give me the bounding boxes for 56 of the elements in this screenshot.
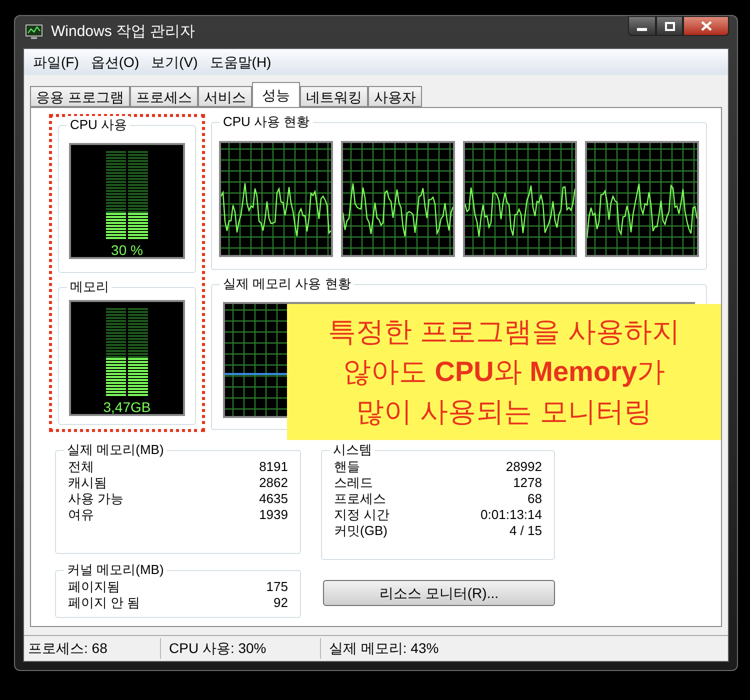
monitor-icon bbox=[25, 24, 43, 40]
stat-label: 사용 가능 bbox=[68, 491, 124, 507]
stat-label: 지정 시간 bbox=[334, 507, 390, 523]
group-title: CPU 사용 bbox=[67, 116, 130, 134]
maximize-icon bbox=[664, 22, 674, 30]
menu-item[interactable]: 보기(V) bbox=[146, 52, 203, 72]
meter-reading: 3,47GB bbox=[103, 400, 151, 414]
stat-value: 28992 bbox=[506, 459, 542, 475]
stat-label: 스레드 bbox=[334, 475, 373, 491]
stat-value: 8191 bbox=[259, 459, 288, 475]
stat-value: 1939 bbox=[259, 507, 288, 523]
group-title: 메모리 bbox=[67, 278, 112, 296]
resource-monitor-button[interactable]: 리소스 모니터(R)... bbox=[323, 580, 555, 606]
close-icon bbox=[700, 21, 712, 31]
minimize-button[interactable] bbox=[628, 16, 656, 36]
menu-item[interactable]: 옵션(O) bbox=[86, 52, 144, 72]
group-title: 실제 메모리(MB) bbox=[64, 441, 167, 459]
maximize-button[interactable] bbox=[656, 16, 683, 36]
tab[interactable]: 사용자 bbox=[368, 86, 422, 107]
annotation-line: 많이 사용되는 모니터링 bbox=[356, 395, 652, 429]
stat-label: 커밋(GB) bbox=[334, 523, 388, 539]
annotation-line: 특정한 프로그램을 사용하지 bbox=[328, 315, 680, 349]
stat-value: 68 bbox=[528, 491, 542, 507]
status-text: 프로세스: 68 bbox=[27, 639, 108, 658]
stat-value: 0:01:13:14 bbox=[480, 507, 542, 523]
status-text: CPU 사용: 30% bbox=[160, 638, 320, 659]
stat-label: 프로세스 bbox=[334, 491, 386, 507]
group-title: CPU 사용 현황 bbox=[220, 113, 313, 131]
stat-label: 전체 bbox=[68, 459, 94, 475]
window-title: Windows 작업 관리자 bbox=[51, 22, 196, 42]
group-title: 시스템 bbox=[330, 441, 375, 459]
group-title: 실제 메모리 사용 현황 bbox=[220, 275, 354, 293]
annotation-line: 않아도 CPU와 Memory가 bbox=[342, 355, 666, 389]
meter-reading: 30 % bbox=[111, 243, 143, 257]
stat-value: 4 / 15 bbox=[509, 523, 542, 539]
stat-label: 페이지 안 됨 bbox=[68, 595, 140, 611]
tab[interactable]: 프로세스 bbox=[130, 86, 198, 107]
stat-value: 2862 bbox=[259, 475, 288, 491]
stat-label: 페이지됨 bbox=[68, 579, 120, 595]
tab[interactable]: 네트워킹 bbox=[300, 86, 368, 107]
close-button[interactable] bbox=[683, 16, 729, 36]
tab[interactable]: 응용 프로그램 bbox=[30, 86, 130, 107]
minimize-icon bbox=[637, 28, 647, 30]
status-text: 실제 메모리: 43% bbox=[320, 638, 520, 659]
stat-value: 4635 bbox=[259, 491, 288, 507]
stat-value: 175 bbox=[266, 579, 288, 595]
menu-item[interactable]: 파일(F) bbox=[28, 52, 84, 72]
group-title: 커널 메모리(MB) bbox=[64, 561, 167, 579]
stat-label: 캐시됨 bbox=[68, 475, 107, 491]
stat-value: 92 bbox=[274, 595, 288, 611]
tab[interactable]: 서비스 bbox=[198, 86, 252, 107]
tab[interactable]: 성능 bbox=[252, 82, 300, 108]
stat-value: 1278 bbox=[513, 475, 542, 491]
stat-label: 여유 bbox=[68, 507, 94, 523]
stat-label: 핸들 bbox=[334, 459, 360, 475]
menu-item[interactable]: 도움말(H) bbox=[204, 52, 276, 72]
